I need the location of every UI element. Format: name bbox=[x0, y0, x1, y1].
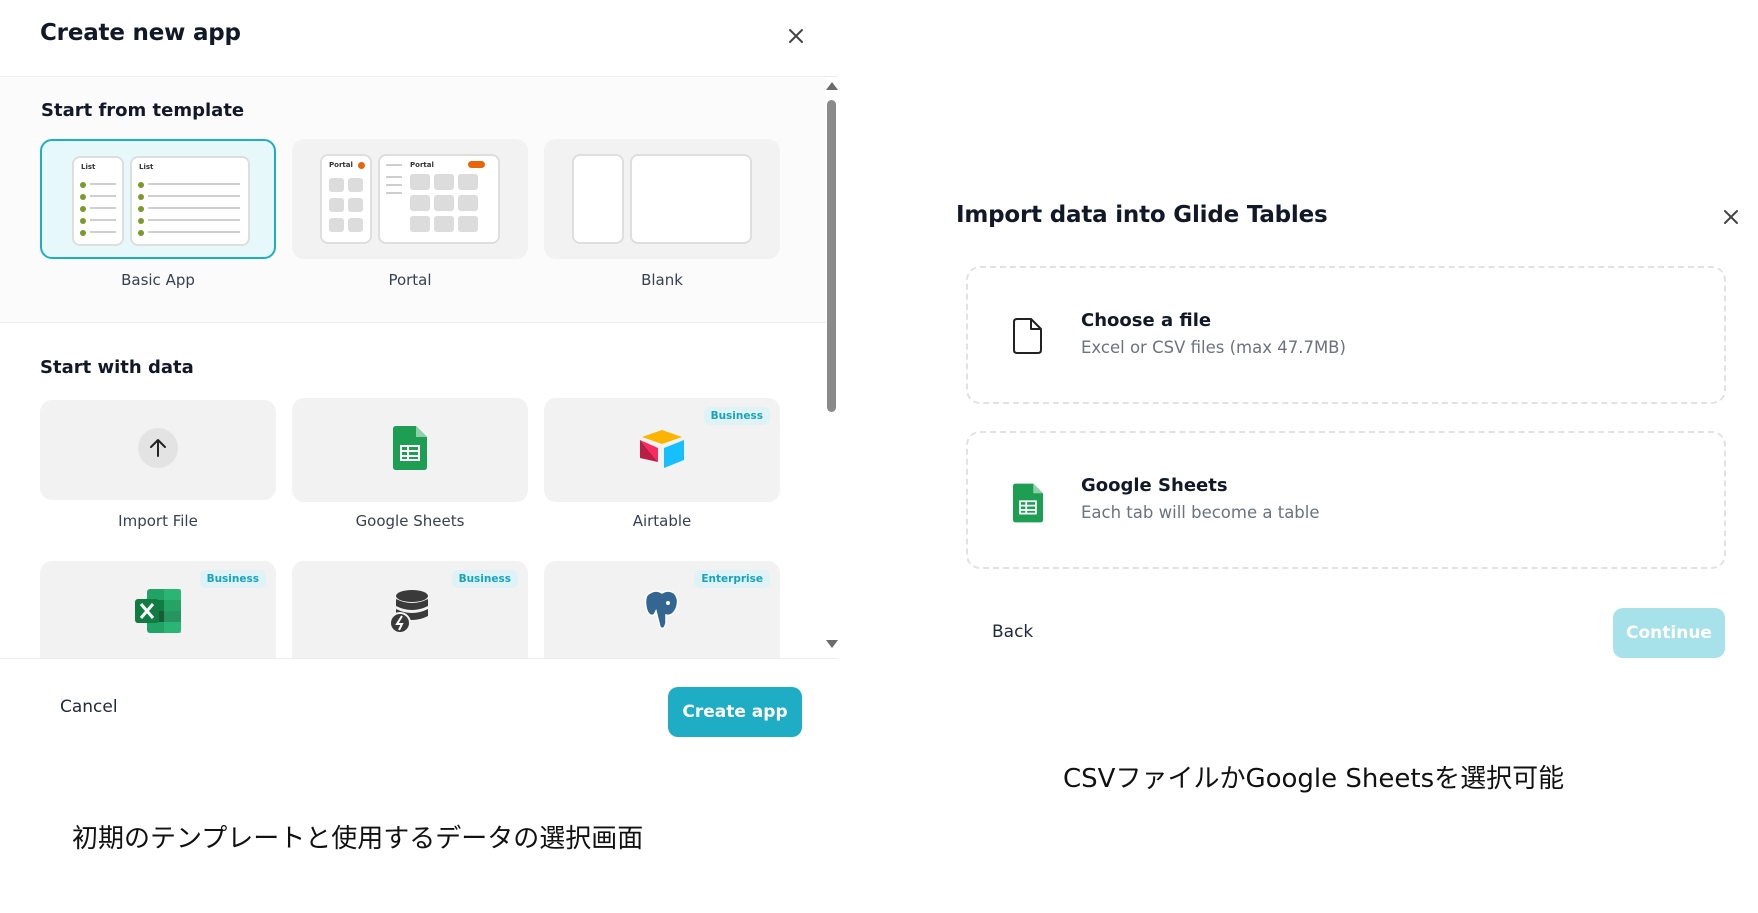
template-label-basic-app: Basic App bbox=[121, 271, 195, 289]
portal-desktop-preview: Portal bbox=[378, 154, 500, 244]
data-label-airtable: Airtable bbox=[632, 512, 692, 530]
preview-list-title: List bbox=[81, 163, 96, 171]
data-source-airtable[interactable]: Business bbox=[544, 398, 780, 502]
portal-mobile-preview: Portal bbox=[320, 154, 372, 244]
plan-badge: Business bbox=[199, 570, 266, 588]
continue-button[interactable]: Continue bbox=[1613, 608, 1725, 658]
import-data-dialog: Import data into Glide Tables Choose a f… bbox=[940, 180, 1758, 680]
data-label-import-file: Import File bbox=[118, 512, 198, 530]
google-sheets-icon bbox=[393, 426, 427, 474]
close-icon[interactable] bbox=[785, 25, 807, 47]
arrow-up-icon bbox=[138, 428, 178, 472]
dialog-body: Start from template List List Basic App … bbox=[0, 78, 826, 658]
option-subtitle: Each tab will become a table bbox=[1081, 503, 1320, 522]
section-title-template: Start from template bbox=[41, 100, 245, 121]
scrollbar-thumb[interactable] bbox=[827, 100, 836, 412]
template-card-portal[interactable]: Portal Portal bbox=[292, 139, 528, 259]
dialog-footer: Cancel Create app bbox=[0, 658, 838, 760]
plan-badge: Business bbox=[703, 407, 770, 425]
basic-app-mobile-preview: List bbox=[72, 156, 124, 246]
plan-badge: Enterprise bbox=[694, 570, 770, 588]
caption-left: 初期のテンプレートと使用するデータの選択画面 bbox=[72, 824, 644, 854]
preview-list-title: List bbox=[139, 163, 154, 171]
dialog-title: Import data into Glide Tables bbox=[956, 202, 1328, 228]
data-label-google-sheets: Google Sheets bbox=[355, 512, 465, 530]
template-label-blank: Blank bbox=[641, 271, 683, 289]
blank-mobile-preview bbox=[572, 154, 624, 244]
scroll-up-arrow[interactable] bbox=[826, 82, 838, 90]
data-source-import-file[interactable] bbox=[40, 400, 276, 500]
postgresql-icon bbox=[642, 589, 682, 637]
template-section: Start from template List List Basic App … bbox=[0, 78, 826, 323]
airtable-icon bbox=[638, 428, 686, 472]
preview-portal-title: Portal bbox=[329, 161, 353, 169]
data-source-google-sheets[interactable] bbox=[292, 398, 528, 502]
choose-file-option[interactable]: Choose a file Excel or CSV files (max 47… bbox=[966, 266, 1726, 404]
template-card-basic-app[interactable]: List List bbox=[40, 139, 276, 259]
data-source-excel[interactable]: Business bbox=[40, 561, 276, 658]
scroll-down-arrow[interactable] bbox=[826, 640, 838, 648]
back-button[interactable]: Back bbox=[992, 622, 1033, 642]
option-title: Choose a file bbox=[1081, 310, 1212, 331]
blank-desktop-preview bbox=[630, 154, 752, 244]
data-source-database[interactable]: Business bbox=[292, 561, 528, 658]
data-source-postgresql[interactable]: Enterprise bbox=[544, 561, 780, 658]
option-subtitle: Excel or CSV files (max 47.7MB) bbox=[1081, 338, 1346, 357]
basic-app-desktop-preview: List bbox=[130, 156, 250, 246]
section-title-data: Start with data bbox=[40, 357, 194, 378]
dialog-title: Create new app bbox=[40, 20, 241, 46]
cancel-button[interactable]: Cancel bbox=[60, 697, 118, 717]
file-icon bbox=[1013, 318, 1043, 358]
caption-right: CSVファイルかGoogle Sheetsを選択可能 bbox=[1063, 764, 1565, 794]
template-label-portal: Portal bbox=[388, 271, 432, 289]
close-icon[interactable] bbox=[1720, 206, 1742, 228]
create-app-button[interactable]: Create app bbox=[668, 687, 802, 737]
google-sheets-option[interactable]: Google Sheets Each tab will become a tab… bbox=[966, 431, 1726, 569]
option-title: Google Sheets bbox=[1081, 475, 1228, 496]
dialog-header: Create new app bbox=[0, 0, 838, 77]
template-card-blank[interactable] bbox=[544, 139, 780, 259]
create-app-dialog: Create new app Start from template List … bbox=[0, 0, 838, 760]
preview-portal-title: Portal bbox=[410, 161, 434, 169]
plan-badge: Business bbox=[451, 570, 518, 588]
database-icon bbox=[389, 589, 430, 637]
excel-icon bbox=[135, 589, 181, 637]
google-sheets-icon bbox=[1013, 483, 1043, 527]
